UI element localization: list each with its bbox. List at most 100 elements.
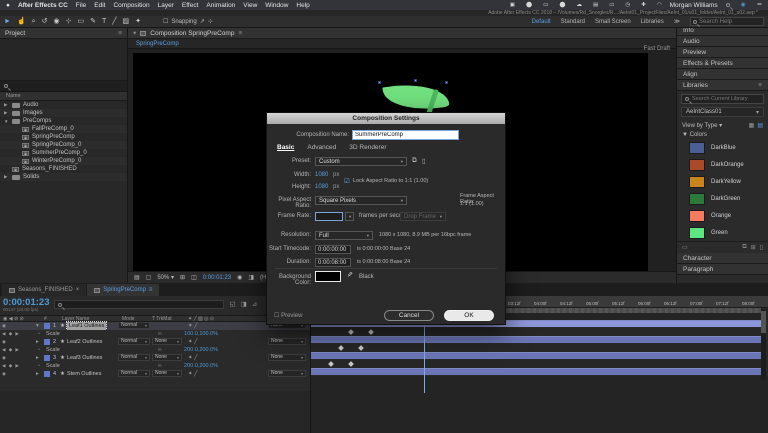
project-item-springprecomp[interactable]: ▣ SpringPreComp [0, 133, 127, 141]
hand-tool-icon[interactable]: ☝ [17, 16, 26, 27]
twirl-icon[interactable]: ▶ [4, 110, 9, 116]
twirl-icon[interactable]: ▾ [36, 322, 39, 330]
keyframe-diamond[interactable] [328, 361, 334, 367]
tab-3d-renderer[interactable]: 3D Renderer [349, 144, 386, 151]
draft-3d-icon[interactable]: ◨ [241, 300, 247, 308]
rotation-tool-icon[interactable]: ↺ [42, 16, 48, 27]
keyframe-diamond[interactable] [368, 329, 374, 335]
layer-row-leaf1[interactable]: ◉ ▾ 1 ★ Leaf1 Outlines Normal▾ ✦ ╱ None▾ [0, 322, 310, 330]
snapshot-icon[interactable]: ◉ [237, 274, 242, 281]
blend-mode-select[interactable]: Normal▾ [118, 322, 150, 329]
menu-help[interactable]: Help [296, 2, 309, 9]
layer-bar-stem[interactable] [311, 368, 761, 375]
keyframe-track-leaf1[interactable] [311, 328, 768, 336]
selection-handle[interactable] [445, 81, 448, 84]
panel-preview[interactable]: Preview [683, 49, 706, 56]
library-search-box[interactable]: Search Current Library [681, 94, 764, 104]
property-name[interactable]: Scale [46, 330, 60, 338]
layer-color-swatch[interactable] [44, 355, 50, 361]
keyframe-diamond[interactable] [348, 329, 354, 335]
start-timecode-input[interactable]: 0:00:00:00 [315, 245, 351, 254]
stopwatch-icon[interactable]: ◔ [37, 362, 40, 370]
panel-menu-icon[interactable]: ≡ [238, 30, 242, 37]
project-item-winterprecomp0[interactable]: ▣ WinterPreComp_0 [0, 157, 127, 165]
channels-icon[interactable]: ◨ [248, 274, 254, 281]
project-item-images[interactable]: ▶ Images [0, 109, 127, 117]
close-icon[interactable]: × [76, 287, 80, 293]
menu-composition[interactable]: Composition [113, 2, 149, 9]
composition-mini-flowchart-icon[interactable]: ◱ [229, 300, 235, 308]
layer-color-swatch[interactable] [44, 323, 50, 329]
project-item-precomps[interactable]: ▼ PreComps [0, 117, 127, 125]
project-item-springprecomp0[interactable]: ▣ SpringPreComp_0 [0, 141, 127, 149]
property-name[interactable]: Scale [46, 346, 60, 354]
property-name[interactable]: Scale [46, 362, 60, 370]
background-color-swatch[interactable] [315, 271, 341, 282]
layer-row-leaf3[interactable]: ◉ ▸ 3 ★ Leaf3 Outlines Normal▾ None▾ ✦ ╱… [0, 354, 310, 362]
puppet-tool-icon[interactable]: ✦ [135, 16, 141, 27]
stamp-tool-icon[interactable]: ▨ [122, 16, 129, 27]
trkmat-select[interactable]: None▾ [152, 354, 182, 361]
stopwatch-icon[interactable]: ◔ [37, 330, 40, 338]
av-toggles[interactable]: ◉ [2, 370, 8, 378]
mask-toggle-icon[interactable]: ◫ [191, 274, 197, 281]
keyframe-track-leaf2[interactable] [311, 344, 768, 352]
property-value[interactable]: 200.0,200.0% [168, 362, 218, 370]
timeline-search-box[interactable] [54, 300, 224, 309]
layer-name[interactable]: Leaf3 Outlines [67, 354, 102, 362]
duration-input[interactable]: 0:00:08:00 [315, 258, 351, 267]
layer-name[interactable]: Leaf2 Outlines [67, 338, 102, 346]
comp-breadcrumb[interactable]: SpringPreComp [136, 41, 179, 47]
av-toggles[interactable]: ◉ [2, 322, 8, 330]
always-preview-icon[interactable]: ▤ [134, 274, 140, 281]
property-row-scale-leaf1[interactable]: ◀ ◆ ▶ ◔ Scale ∞ 100.0,100.0% [0, 330, 310, 338]
constrain-link-icon[interactable]: ∞ [158, 346, 162, 354]
panel-menu-icon[interactable]: ≡ [149, 287, 153, 293]
parent-select[interactable]: None▾ [268, 370, 306, 377]
menu-edit[interactable]: Edit [94, 2, 105, 9]
blend-mode-select[interactable]: Normal▾ [118, 354, 150, 361]
color-item-green[interactable]: Green [677, 224, 768, 241]
selection-handle[interactable] [378, 81, 381, 84]
selection-handle[interactable] [414, 79, 417, 82]
type-tool-icon[interactable]: T [102, 16, 106, 27]
parent-select[interactable]: None▾ [268, 354, 306, 361]
color-swatch[interactable] [689, 227, 705, 239]
twirl-icon[interactable]: ▼ [4, 119, 9, 124]
constrain-link-icon[interactable]: ∞ [158, 362, 162, 370]
panel-menu-icon[interactable]: ≡ [118, 30, 122, 37]
dot-icon[interactable]: ⬤ [559, 2, 565, 8]
workspace-standard[interactable]: Standard [561, 19, 585, 25]
display-icon[interactable]: ▣ [510, 2, 515, 8]
menu-view[interactable]: View [243, 2, 257, 9]
tab-basic[interactable]: Basic [277, 144, 294, 151]
colors-section-twirl[interactable]: ▼ [682, 132, 690, 138]
cancel-button[interactable]: Cancel [384, 310, 434, 321]
help-search-box[interactable]: Search Help [690, 17, 764, 26]
keyframe-nav-icons[interactable]: ◀ ◆ ▶ [2, 330, 20, 338]
blend-mode-select[interactable]: Normal▾ [118, 370, 150, 377]
workspace-overflow-icon[interactable]: ≫ [674, 18, 680, 25]
keyframe-diamond[interactable] [348, 361, 354, 367]
menu-layer[interactable]: Layer [158, 2, 174, 9]
clock-icon[interactable]: ◷ [625, 2, 630, 8]
layer-switches[interactable]: ✦ ╱ [188, 322, 197, 330]
color-swatch[interactable] [689, 176, 705, 188]
twirl-icon[interactable]: ▸ [36, 354, 39, 362]
twirl-icon[interactable]: ▶ [4, 102, 9, 108]
delete-preset-icon[interactable]: ▯ [422, 157, 426, 165]
workspace-default[interactable]: Default [532, 19, 551, 25]
dialog-title[interactable]: Composition Settings [267, 113, 505, 124]
ok-button[interactable]: OK [444, 310, 494, 321]
av-toggles[interactable]: ◉ [2, 338, 8, 346]
tab-advanced[interactable]: Advanced [307, 144, 336, 151]
notification-center-icon[interactable]: ≔ [757, 2, 763, 8]
shape-tool-icon[interactable]: ▭ [77, 16, 84, 27]
keyframe-track-leaf3[interactable] [311, 360, 768, 368]
layer-switches[interactable]: ✦ ╱ [188, 370, 197, 378]
leaf-shape[interactable] [382, 79, 449, 116]
layer-name[interactable]: Stem Outlines [67, 370, 102, 378]
panel-character[interactable]: Character [683, 255, 712, 262]
project-item-summerprecomp0[interactable]: ▣ SummerPreComp_0 [0, 149, 127, 157]
property-row-scale-leaf2[interactable]: ◀ ◆ ▶ ◔ Scale ∞ 200.0,200.0% [0, 346, 310, 354]
